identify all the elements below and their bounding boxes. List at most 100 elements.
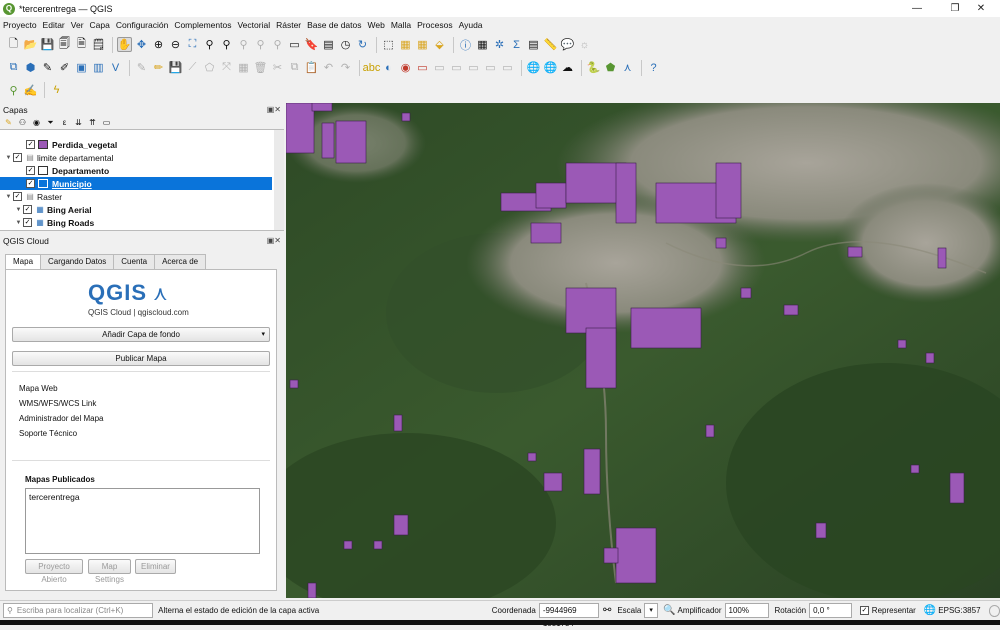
digitize-icon[interactable]: ⟋ xyxy=(185,60,200,75)
layer-checkbox[interactable]: ✓ xyxy=(26,166,35,175)
select-by-value-icon[interactable]: ▦ xyxy=(398,37,413,52)
data-source-manager-icon[interactable]: ⧉ xyxy=(6,60,21,75)
attribute-table-icon[interactable]: ▦ xyxy=(475,37,490,52)
collapse-all-icon[interactable]: ⇈ xyxy=(87,117,98,128)
identify-icon[interactable]: ⓘ xyxy=(458,37,473,52)
new-shapefile-icon[interactable]: ✎ xyxy=(40,60,55,75)
expand-arrow-icon[interactable]: ▼ xyxy=(14,207,23,213)
zoom-next-icon[interactable]: ⚲ xyxy=(270,37,285,52)
select-features-icon[interactable]: ⬚ xyxy=(381,37,396,52)
pan-to-selection-icon[interactable]: ✥ xyxy=(134,37,149,52)
save-project-icon[interactable]: 💾 xyxy=(40,37,55,52)
expand-all-icon[interactable]: ⇊ xyxy=(73,117,84,128)
change-label-icon[interactable]: ▭ xyxy=(466,60,481,75)
highlight-label-icon[interactable]: ▭ xyxy=(415,60,430,75)
zoom-full-icon[interactable]: ⛶ xyxy=(185,37,200,52)
redo-icon[interactable]: ↷ xyxy=(338,60,353,75)
pan-icon[interactable]: ✋ xyxy=(117,37,132,52)
expand-arrow-icon[interactable]: ▼ xyxy=(4,155,13,161)
zoom-out-icon[interactable]: ⊖ xyxy=(168,37,183,52)
undo-icon[interactable]: ↶ xyxy=(321,60,336,75)
save-edits-icon[interactable]: 💾 xyxy=(168,60,183,75)
group-checkbox[interactable]: ✓ xyxy=(13,153,22,162)
menu-base-de-datos[interactable]: Base de datos xyxy=(307,20,361,30)
tab-acerca-de[interactable]: Acerca de xyxy=(154,254,207,269)
open-project-icon[interactable]: 📂 xyxy=(23,37,38,52)
tab-mapa[interactable]: Mapa xyxy=(5,254,42,269)
save-as-icon[interactable]: 🗐 xyxy=(57,37,72,52)
open-project-button[interactable]: Proyecto Abierto xyxy=(25,559,83,584)
panel-float-close-icon[interactable]: ▣✕ xyxy=(267,105,281,114)
group-checkbox[interactable]: ✓ xyxy=(13,192,22,201)
menu-ayuda[interactable]: Ayuda xyxy=(459,20,483,30)
menu-raster[interactable]: Ráster xyxy=(276,20,301,30)
style-icon[interactable]: ✎ xyxy=(3,117,14,128)
toggle-editing-icon[interactable]: ✏ xyxy=(151,60,166,75)
publish-map-button[interactable]: Publicar Mapa xyxy=(12,351,270,366)
scale-dropdown[interactable]: ▾ xyxy=(644,603,659,618)
new-geopackage-icon[interactable]: ⬢ xyxy=(23,60,38,75)
zoom-last-icon[interactable]: ⚲ xyxy=(253,37,268,52)
magnifier-spinbox[interactable]: 100% xyxy=(724,603,769,618)
menu-capa[interactable]: Capa xyxy=(90,20,110,30)
expand-arrow-icon[interactable]: ▼ xyxy=(14,220,23,226)
layout-manager-icon[interactable]: 🗒 xyxy=(91,37,106,52)
temporal-icon[interactable]: ◷ xyxy=(338,37,353,52)
show-hide-label-icon[interactable]: ▭ xyxy=(483,60,498,75)
plugin-icon[interactable]: ⬟ xyxy=(603,60,618,75)
print-layout-icon[interactable]: 🗎 xyxy=(74,37,89,52)
new-virtual-layer-icon[interactable]: ▥ xyxy=(91,60,106,75)
layer-row[interactable]: ▼ ✓ ▦ Bing Aerial xyxy=(0,203,272,216)
rotation-spinbox[interactable]: 0,0 ° xyxy=(809,603,853,618)
modify-attributes-icon[interactable]: ▦ xyxy=(236,60,251,75)
layer-checkbox[interactable]: ✓ xyxy=(26,140,35,149)
python-console-icon[interactable]: 🐍 xyxy=(586,60,601,75)
new-temporary-layer-icon[interactable]: ▣ xyxy=(74,60,89,75)
menu-configuracion[interactable]: Configuración xyxy=(116,20,168,30)
menu-ver[interactable]: Ver xyxy=(71,20,84,30)
menu-web[interactable]: Web xyxy=(368,20,385,30)
select-location-icon[interactable]: ⬙ xyxy=(432,37,447,52)
label-layer-icon[interactable]: ◐ xyxy=(381,60,396,75)
qgis-cloud-icon[interactable]: ⋏ xyxy=(620,60,635,75)
add-background-layer-dropdown[interactable]: Añadir Capa de fondo ▾ xyxy=(12,327,270,342)
map-canvas[interactable] xyxy=(286,103,1000,598)
toggle-extents-icon[interactable]: ⚯ xyxy=(603,605,611,616)
zoom-in-icon[interactable]: ⊕ xyxy=(151,37,166,52)
menu-malla[interactable]: Malla xyxy=(391,20,411,30)
layer-row[interactable]: ▼ ✓ ▦ Bing Roads xyxy=(0,216,272,229)
refresh-icon[interactable]: ↻ xyxy=(355,37,370,52)
statistics-sigma-icon[interactable]: Σ xyxy=(509,37,524,52)
menu-procesos[interactable]: Procesos xyxy=(417,20,452,30)
expand-arrow-icon[interactable]: ▼ xyxy=(4,194,13,200)
group-row[interactable]: ▼ ✓ ▤ Raster xyxy=(0,190,272,203)
new-spatialite-icon[interactable]: ✐ xyxy=(57,60,72,75)
tab-cuenta[interactable]: Cuenta xyxy=(113,254,156,269)
settings-gear-icon[interactable]: ✲ xyxy=(492,37,507,52)
cloud-upload-icon[interactable]: ☁ xyxy=(560,60,575,75)
vertex-tool-icon[interactable]: ⤧ xyxy=(219,60,234,75)
layers-scrollbar[interactable] xyxy=(274,130,284,230)
edits-icon[interactable]: ✎ xyxy=(134,60,149,75)
coordinate-field[interactable]: -9944969 1531734 xyxy=(538,603,599,628)
move-label-icon[interactable]: ▭ xyxy=(432,60,447,75)
globe-icon[interactable]: 🌐 xyxy=(526,60,541,75)
lightning-icon[interactable]: ϟ xyxy=(49,83,64,98)
layer-checkbox[interactable]: ✓ xyxy=(23,218,32,227)
cut-icon[interactable]: ✂ xyxy=(270,60,285,75)
field-calculator-icon[interactable]: ▤ xyxy=(526,37,541,52)
text-annotation-icon[interactable]: ☼ xyxy=(577,37,592,52)
help-icon[interactable]: ? xyxy=(646,60,661,75)
crs-label[interactable]: EPSG:3857 xyxy=(938,606,980,615)
delete-selected-icon[interactable]: 🗑 xyxy=(253,60,268,75)
locator-icon[interactable]: ⚲ xyxy=(6,83,21,98)
menu-editar[interactable]: Editar xyxy=(43,20,65,30)
copy-icon[interactable]: ⧉ xyxy=(287,60,302,75)
measure-icon[interactable]: 📏 xyxy=(543,37,558,52)
published-map-item[interactable]: tercerentrega xyxy=(29,492,256,502)
zoom-selection-icon[interactable]: ⚲ xyxy=(202,37,217,52)
zoom-layer-icon[interactable]: ⚲ xyxy=(219,37,234,52)
locator-search-input[interactable]: ⚲ Escriba para localizar (Ctrl+K) xyxy=(3,603,154,618)
manage-visibility-icon[interactable]: ◉ xyxy=(31,117,42,128)
rotate-label-icon[interactable]: ▭ xyxy=(449,60,464,75)
